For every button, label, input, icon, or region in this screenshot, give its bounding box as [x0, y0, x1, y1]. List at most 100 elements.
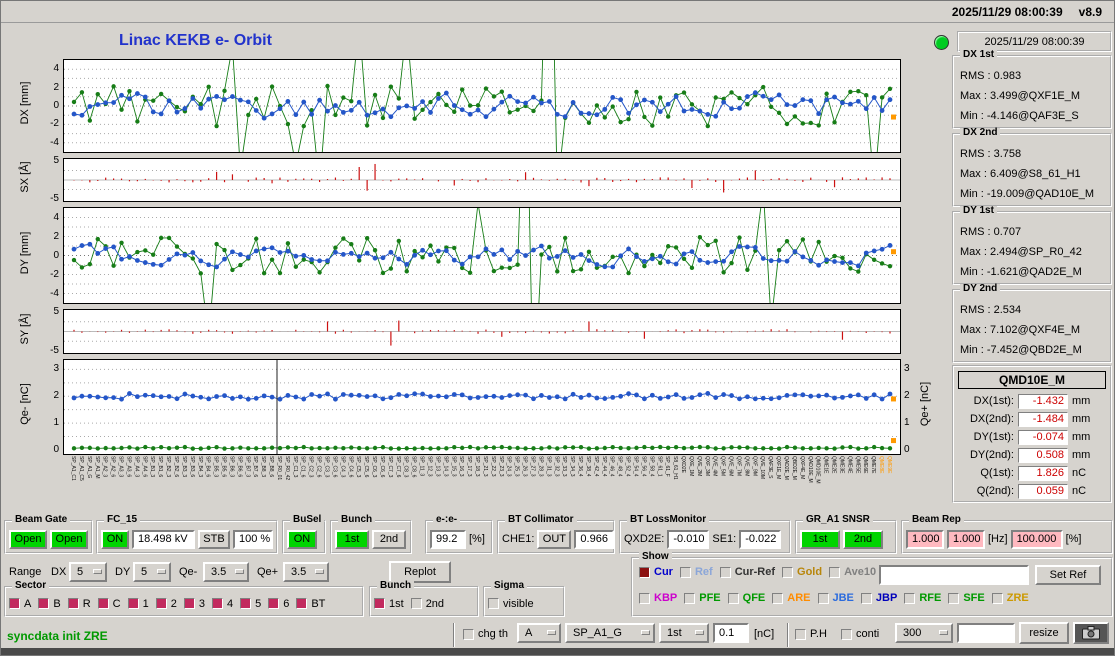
bpm-label: SP_B4_6: [204, 456, 211, 478]
show-checkbox-gold[interactable]: Gold: [782, 566, 822, 578]
beam-rep-value-3: 100.000: [1010, 529, 1063, 549]
show-checkbox-jbp[interactable]: JBP: [860, 592, 897, 604]
group-title: Bunch: [377, 581, 415, 591]
bpm-label: QME7E: [870, 456, 877, 474]
sector-checkbox-bt[interactable]: BT: [296, 598, 325, 610]
sector-checkbox-1[interactable]: 1: [127, 598, 149, 610]
range-qe-plus-select[interactable]: 3.5: [283, 562, 329, 582]
bpm-label: SP_48_4: [616, 456, 623, 477]
qmd-row-label: DX(2nd):: [969, 413, 1014, 425]
checkbox-label: conti: [856, 628, 880, 640]
qmd-row: DX(2nd): -1.484 mm: [958, 410, 1106, 428]
checkbox-label: B: [53, 597, 61, 610]
beam-status-led: [934, 35, 949, 50]
interval-select[interactable]: 300: [895, 623, 953, 643]
group-title: GR_A1 SNSR: [803, 515, 873, 525]
range-dy-value: 5: [141, 566, 148, 578]
dropdown-indicator: [695, 630, 704, 635]
checkbox-label: Gold: [797, 566, 823, 578]
show-checkbox-jbe[interactable]: JBE: [817, 592, 854, 604]
range-dy-select[interactable]: 5: [133, 562, 171, 582]
status-entry[interactable]: [957, 623, 1015, 643]
gr-a1-2nd-button[interactable]: 2nd: [843, 529, 883, 549]
show-checkbox-ref[interactable]: Ref: [679, 566, 713, 578]
checkbox-label: visible: [503, 597, 534, 610]
threshold-field[interactable]: 0.1: [713, 623, 749, 643]
che1-value-field: 0.966: [574, 529, 614, 549]
show-checkbox-cur-ref[interactable]: Cur-Ref: [719, 566, 775, 578]
qe-plus-tick-label: 3: [904, 363, 910, 375]
show-checkbox-are[interactable]: ARE: [772, 592, 811, 604]
show-checkbox-sfe[interactable]: SFE: [948, 592, 985, 604]
sector-checkbox-3[interactable]: 3: [183, 597, 205, 610]
sigma-checkbox-visible[interactable]: visible: [488, 598, 534, 610]
show-checkbox-pfe[interactable]: PFE: [684, 592, 721, 604]
titlebar-timestamp: 2025/11/29 08:00:39: [951, 4, 1063, 19]
sector-checkbox-c[interactable]: C: [97, 598, 121, 610]
bpm-label: SP_C8_3: [402, 456, 409, 478]
dropdown-indicator: [235, 569, 244, 574]
checkbox-indicator: [9, 598, 20, 609]
bunch-2nd-button[interactable]: 2nd: [372, 529, 406, 549]
bpm-label: SP_28_3: [537, 456, 544, 477]
beam-gate-open-1-button[interactable]: Open: [9, 529, 47, 549]
show-checkbox-zre[interactable]: ZRE: [991, 592, 1029, 604]
bunch-th-select[interactable]: 1st: [659, 623, 709, 643]
sector-checkbox-r[interactable]: R: [67, 598, 91, 610]
bpm-label: SP_B1_3: [149, 456, 156, 478]
conti-checkbox[interactable]: conti: [841, 628, 879, 640]
checkbox-indicator: [639, 566, 650, 578]
ref-name-input[interactable]: [879, 565, 1029, 585]
sector-checkbox-a[interactable]: A: [9, 598, 31, 610]
bunch-1st-button[interactable]: 1st: [335, 529, 369, 549]
bunch-checkbox-2nd[interactable]: 2nd: [410, 598, 444, 610]
bpm-label: SP_B8_6: [268, 456, 275, 478]
qxd2e-value-field: -0.010: [667, 529, 710, 549]
checkbox-label: 3: [198, 597, 205, 610]
busel-on-button[interactable]: ON: [287, 529, 317, 549]
camera-button[interactable]: [1073, 622, 1109, 644]
sector-checkbox-6[interactable]: 6: [268, 598, 289, 610]
checkbox-indicator: [639, 592, 650, 604]
group-title: Show: [639, 552, 672, 562]
show-checkbox-kbp[interactable]: KBP: [639, 592, 677, 604]
mode-select[interactable]: A: [517, 623, 561, 643]
checkbox-indicator: [67, 598, 79, 609]
range-qe-minus-select[interactable]: 3.5: [203, 562, 249, 582]
resize-button[interactable]: resize: [1019, 622, 1069, 644]
beam-rep-hz-unit: [Hz]: [988, 533, 1008, 545]
sector-checkbox-4[interactable]: 4: [211, 598, 233, 610]
sp-select[interactable]: SP_A1_G: [565, 623, 655, 643]
bpm-label: SP_31_3: [545, 456, 552, 477]
fc15-stb-button[interactable]: STB: [198, 529, 230, 549]
beam-gate-open-2-button[interactable]: Open: [50, 529, 88, 549]
range-dx-select[interactable]: 5: [69, 562, 107, 582]
bpm-label: QBD2E_M: [790, 456, 797, 480]
ph-checkbox[interactable]: P.H: [795, 628, 827, 640]
qmd-row: DX(1st): -1.432 mm: [958, 392, 1106, 410]
set-ref-button[interactable]: Set Ref: [1035, 565, 1101, 585]
bunch-checkbox-1st[interactable]: 1st: [374, 598, 404, 610]
chg-th-checkbox[interactable]: chg th: [463, 628, 508, 640]
show-checkbox-ave10[interactable]: Ave10: [829, 566, 876, 578]
show-checkbox-qfe[interactable]: QFE: [727, 592, 766, 604]
bpm-label: SP_B1_6: [157, 456, 164, 478]
fc15-on-button[interactable]: ON: [101, 529, 129, 549]
show-checkbox-cur[interactable]: Cur: [639, 566, 673, 578]
che1-state-button[interactable]: OUT: [537, 529, 572, 549]
show-checkbox-rfe[interactable]: RFE: [904, 592, 941, 604]
sector-checkbox-b[interactable]: B: [38, 597, 61, 610]
bpm-label: SP_38_4: [584, 456, 591, 477]
dx-tick-label: 2: [53, 81, 59, 93]
sector-checkbox-2[interactable]: 2: [155, 598, 177, 610]
checkbox-label: QFE: [742, 592, 766, 604]
bpm-label: SP_C5_3: [355, 456, 362, 478]
bpm-label: SP_A4_3: [133, 456, 140, 478]
bpm-label: SP_22_3: [489, 456, 496, 477]
checkbox-indicator: [679, 566, 691, 578]
checkbox-indicator: [904, 592, 916, 604]
titlebar-version: v8.9: [1078, 4, 1102, 19]
qmd-row-value: -0.074: [1018, 429, 1068, 445]
sector-checkbox-5[interactable]: 5: [240, 598, 261, 610]
gr-a1-1st-button[interactable]: 1st: [800, 529, 840, 549]
